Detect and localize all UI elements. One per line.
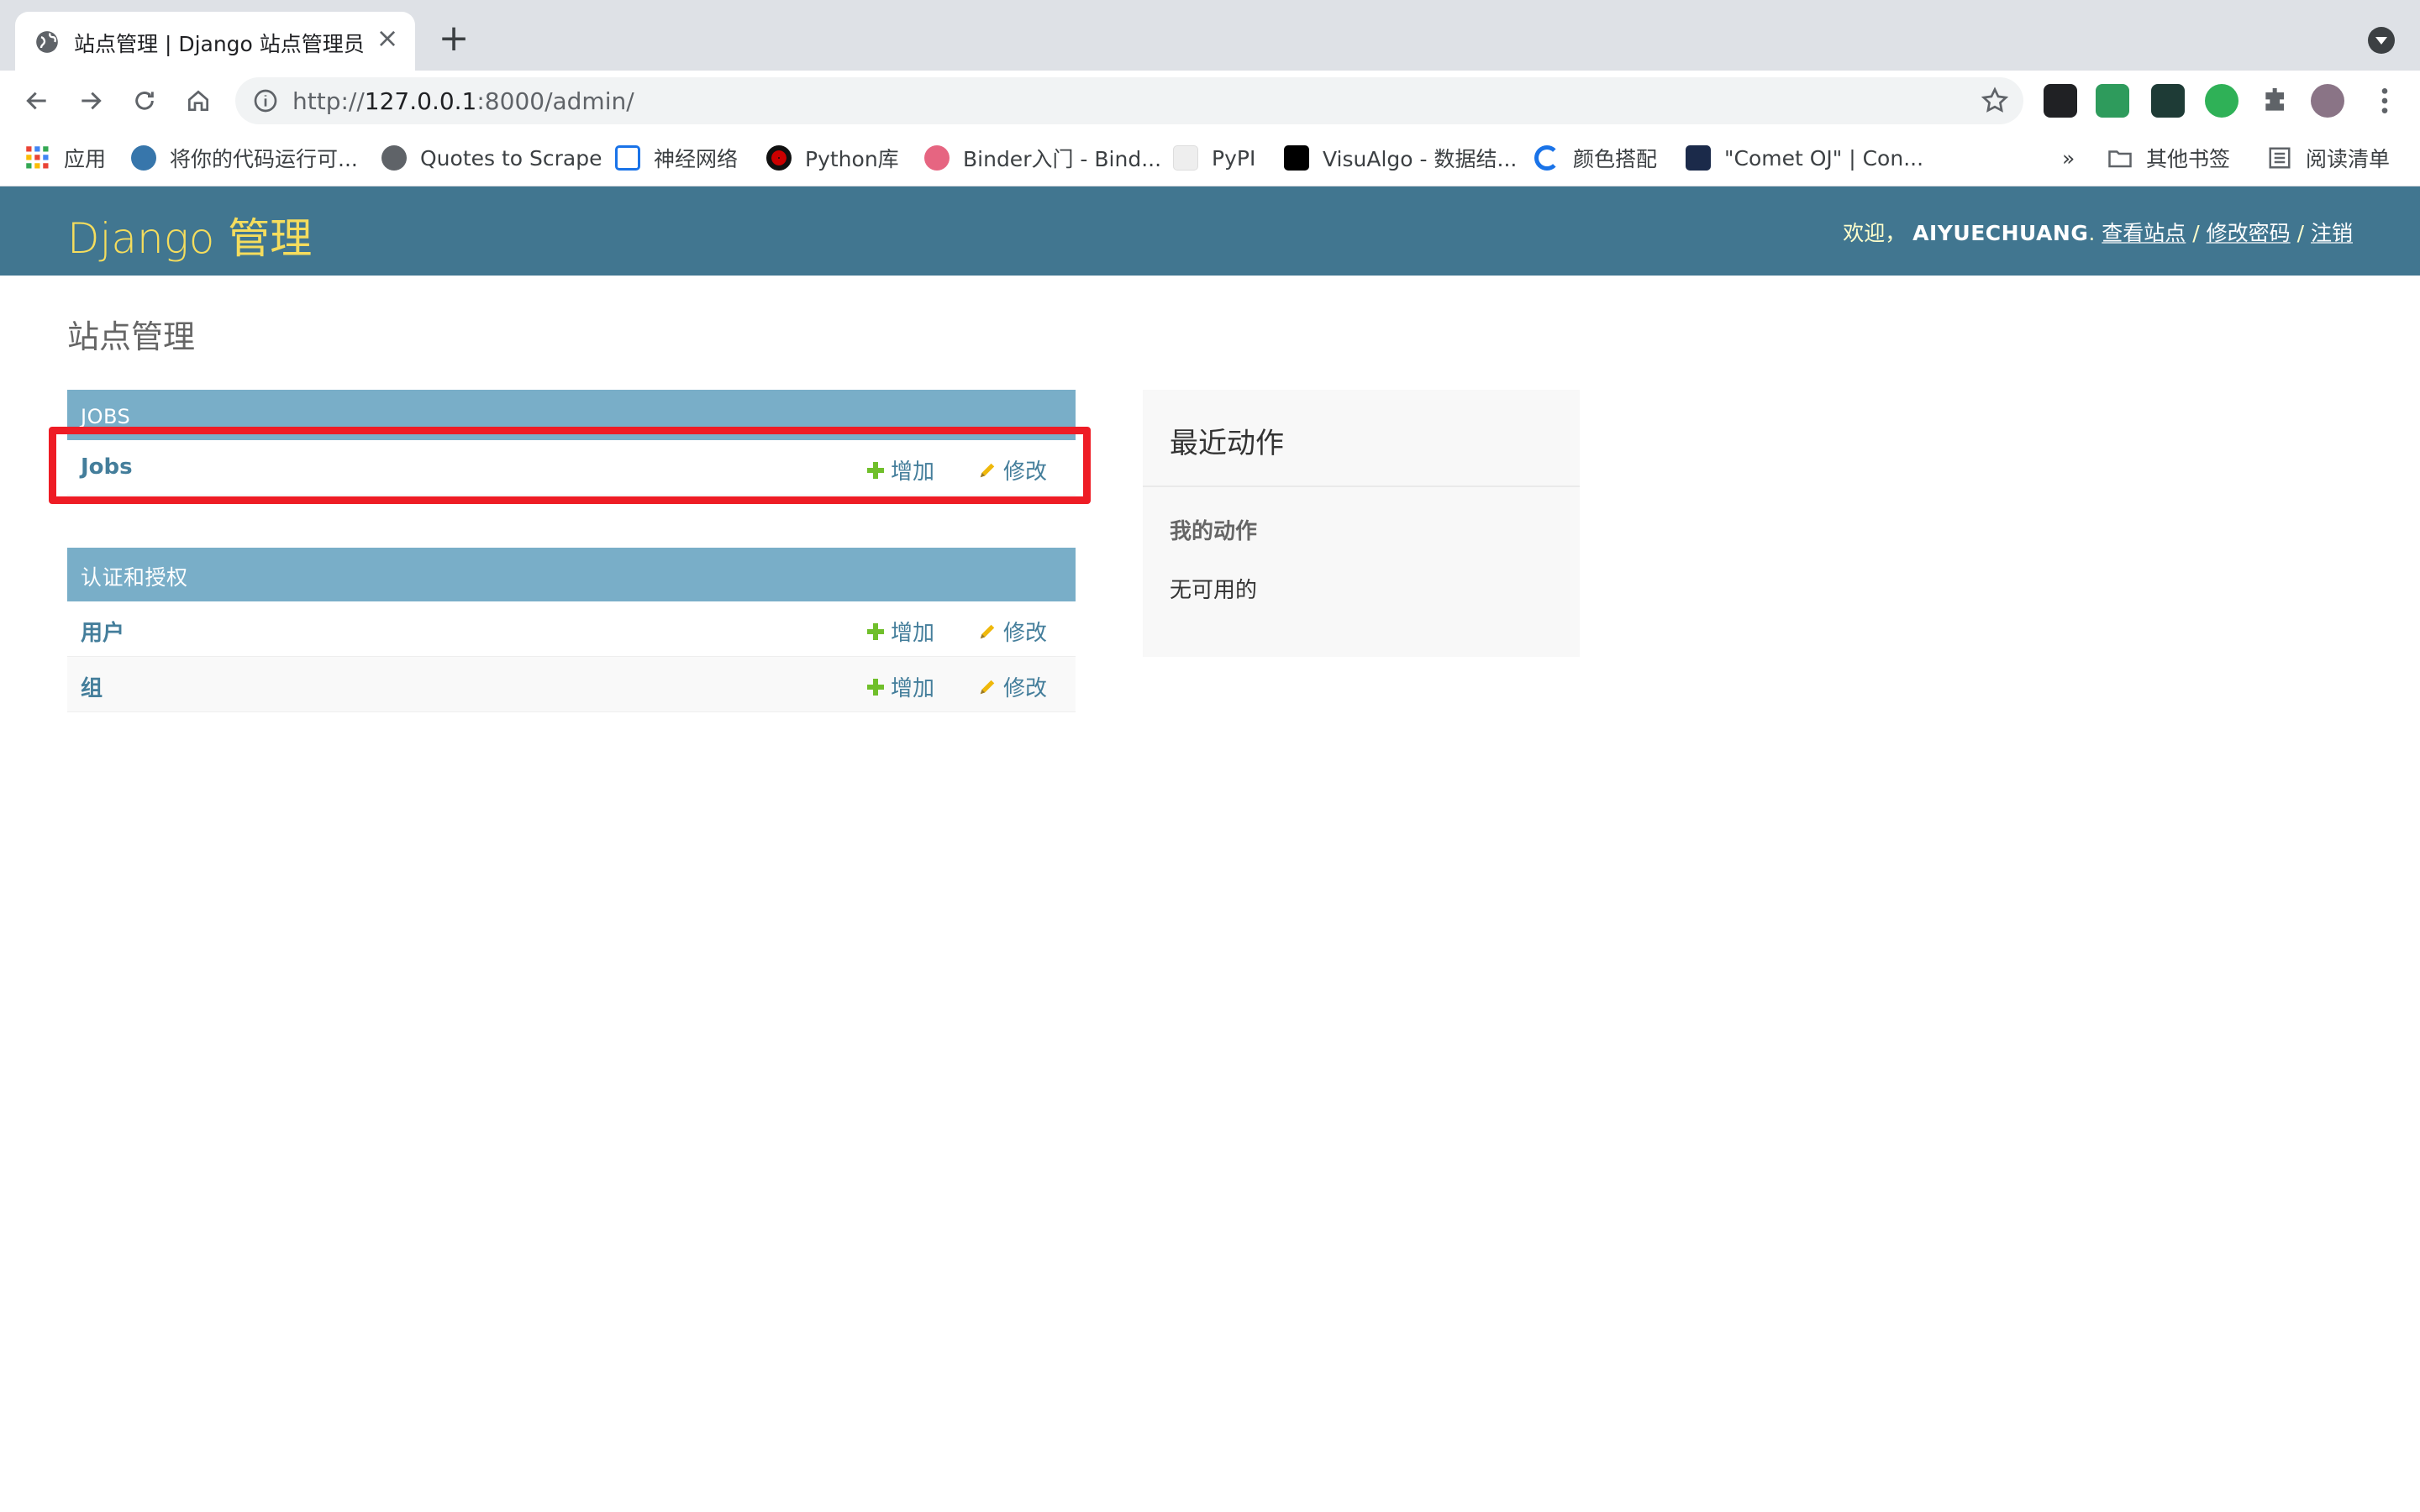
add-link[interactable]: 增加 — [867, 671, 934, 702]
model-row-users: 用户 增加 修改 — [67, 601, 1076, 657]
info-icon[interactable] — [252, 87, 279, 114]
bookmarks-overflow[interactable]: » — [2062, 143, 2075, 173]
recent-actions-panel: 最近动作 我的动作 无可用的 — [1143, 390, 1580, 657]
reading-list-icon — [2269, 147, 2291, 169]
bookmark-comet-oj[interactable]: "Comet OJ" | Con... — [1686, 143, 1923, 173]
plus-icon — [867, 622, 884, 640]
welcome-text: 欢迎， — [1843, 221, 1907, 245]
extension-n-icon[interactable] — [2205, 84, 2238, 118]
bookmark-star-icon[interactable] — [1980, 86, 2010, 116]
reload-icon[interactable] — [126, 82, 163, 119]
back-icon[interactable] — [18, 82, 55, 119]
pencil-icon — [980, 680, 995, 694]
logout-link[interactable]: 注销 — [2311, 221, 2353, 245]
visualgo-icon — [1284, 145, 1309, 171]
menu-kebab-icon[interactable] — [2368, 84, 2402, 118]
url-text[interactable]: http://127.0.0.1:8000/admin/ — [292, 87, 634, 115]
close-tab-icon[interactable]: × — [373, 24, 402, 52]
model-link[interactable]: 用户 — [81, 616, 124, 647]
bookmark-apps[interactable]: 应用 — [25, 143, 106, 173]
change-link[interactable]: 修改 — [978, 671, 1047, 702]
bookmark-quotes[interactable]: Quotes to Scrape — [381, 143, 602, 173]
module-caption[interactable]: 认证和授权 — [67, 548, 1076, 601]
bookmark-python-lib[interactable]: Python库 — [766, 143, 899, 173]
extension-tampermonkey-icon[interactable] — [2044, 84, 2077, 118]
bookmarks-bar: 应用 将你的代码运行可... Quotes to Scrape 神经网络 Pyt… — [0, 131, 2420, 186]
recent-actions-title: 最近动作 — [1170, 427, 1284, 460]
bookmark-pypi[interactable]: PyPI — [1173, 143, 1255, 173]
page-title: 站点管理 — [67, 318, 196, 355]
extension-x-icon[interactable] — [2151, 84, 2185, 118]
no-actions-text: 无可用的 — [1170, 578, 1258, 603]
app-module-auth: 认证和授权 用户 增加 修改 组 增加 修改 — [67, 548, 1076, 712]
bookmark-colors[interactable]: 颜色搭配 — [1534, 143, 1657, 173]
forward-icon[interactable] — [72, 82, 109, 119]
highlight-box — [49, 427, 1091, 504]
browser-tab-strip: 站点管理 | Django 站点管理员 × + — [0, 0, 2420, 71]
other-bookmarks[interactable]: 其他书签 — [2107, 143, 2230, 173]
view-site-link[interactable]: 查看站点 — [2102, 221, 2186, 245]
tab-search-icon[interactable] — [2368, 27, 2395, 54]
binder-icon — [924, 145, 950, 171]
python-icon — [131, 145, 156, 171]
folder-icon — [2108, 150, 2132, 168]
apps-grid-icon — [26, 146, 49, 169]
pypi-icon — [1173, 145, 1198, 171]
divider — [1143, 486, 1580, 487]
model-row-groups: 组 增加 修改 — [67, 657, 1076, 712]
c-logo-icon — [1534, 145, 1560, 171]
add-link[interactable]: 增加 — [867, 616, 934, 647]
globe-icon — [36, 31, 58, 53]
bookmark-neural[interactable]: 神经网络 — [615, 143, 738, 173]
profile-avatar[interactable] — [2311, 84, 2344, 118]
change-password-link[interactable]: 修改密码 — [2207, 221, 2291, 245]
site-branding[interactable]: Django 管理 — [67, 205, 312, 265]
browser-toolbar: http://127.0.0.1:8000/admin/ — [0, 71, 2420, 131]
browser-tab[interactable]: 站点管理 | Django 站点管理员 × — [15, 12, 415, 71]
oj-icon — [1686, 145, 1711, 171]
model-link[interactable]: 组 — [81, 671, 103, 702]
username: AIYUECHUANG — [1912, 221, 2089, 245]
extension-off-icon[interactable] — [2096, 84, 2129, 118]
new-tab-button[interactable]: + — [437, 20, 471, 57]
extensions-puzzle-icon[interactable] — [2259, 84, 2292, 118]
django-header: Django 管理 欢迎， AIYUECHUANG. 查看站点 / 修改密码 /… — [0, 186, 2420, 276]
bookmark-python[interactable]: 将你的代码运行可... — [131, 143, 358, 173]
my-actions-heading: 我的动作 — [1170, 519, 1258, 544]
pencil-icon — [980, 624, 995, 638]
home-icon[interactable] — [180, 82, 217, 119]
globe-icon — [381, 145, 407, 171]
python-lib-icon — [766, 145, 792, 171]
reading-list[interactable]: 阅读清单 — [2267, 143, 2390, 173]
bookmark-visualgo[interactable]: VisuAlgo - 数据结... — [1284, 143, 1517, 173]
change-link[interactable]: 修改 — [978, 616, 1047, 647]
plus-icon — [867, 678, 884, 696]
tab-title: 站点管理 | Django 站点管理员 — [74, 32, 365, 56]
address-bar[interactable]: http://127.0.0.1:8000/admin/ — [235, 77, 2023, 124]
spiral-icon — [615, 145, 640, 171]
user-tools: 欢迎， AIYUECHUANG. 查看站点 / 修改密码 / 注销 — [1843, 221, 2353, 245]
bookmark-binder[interactable]: Binder入门 - Bind... — [924, 143, 1161, 173]
